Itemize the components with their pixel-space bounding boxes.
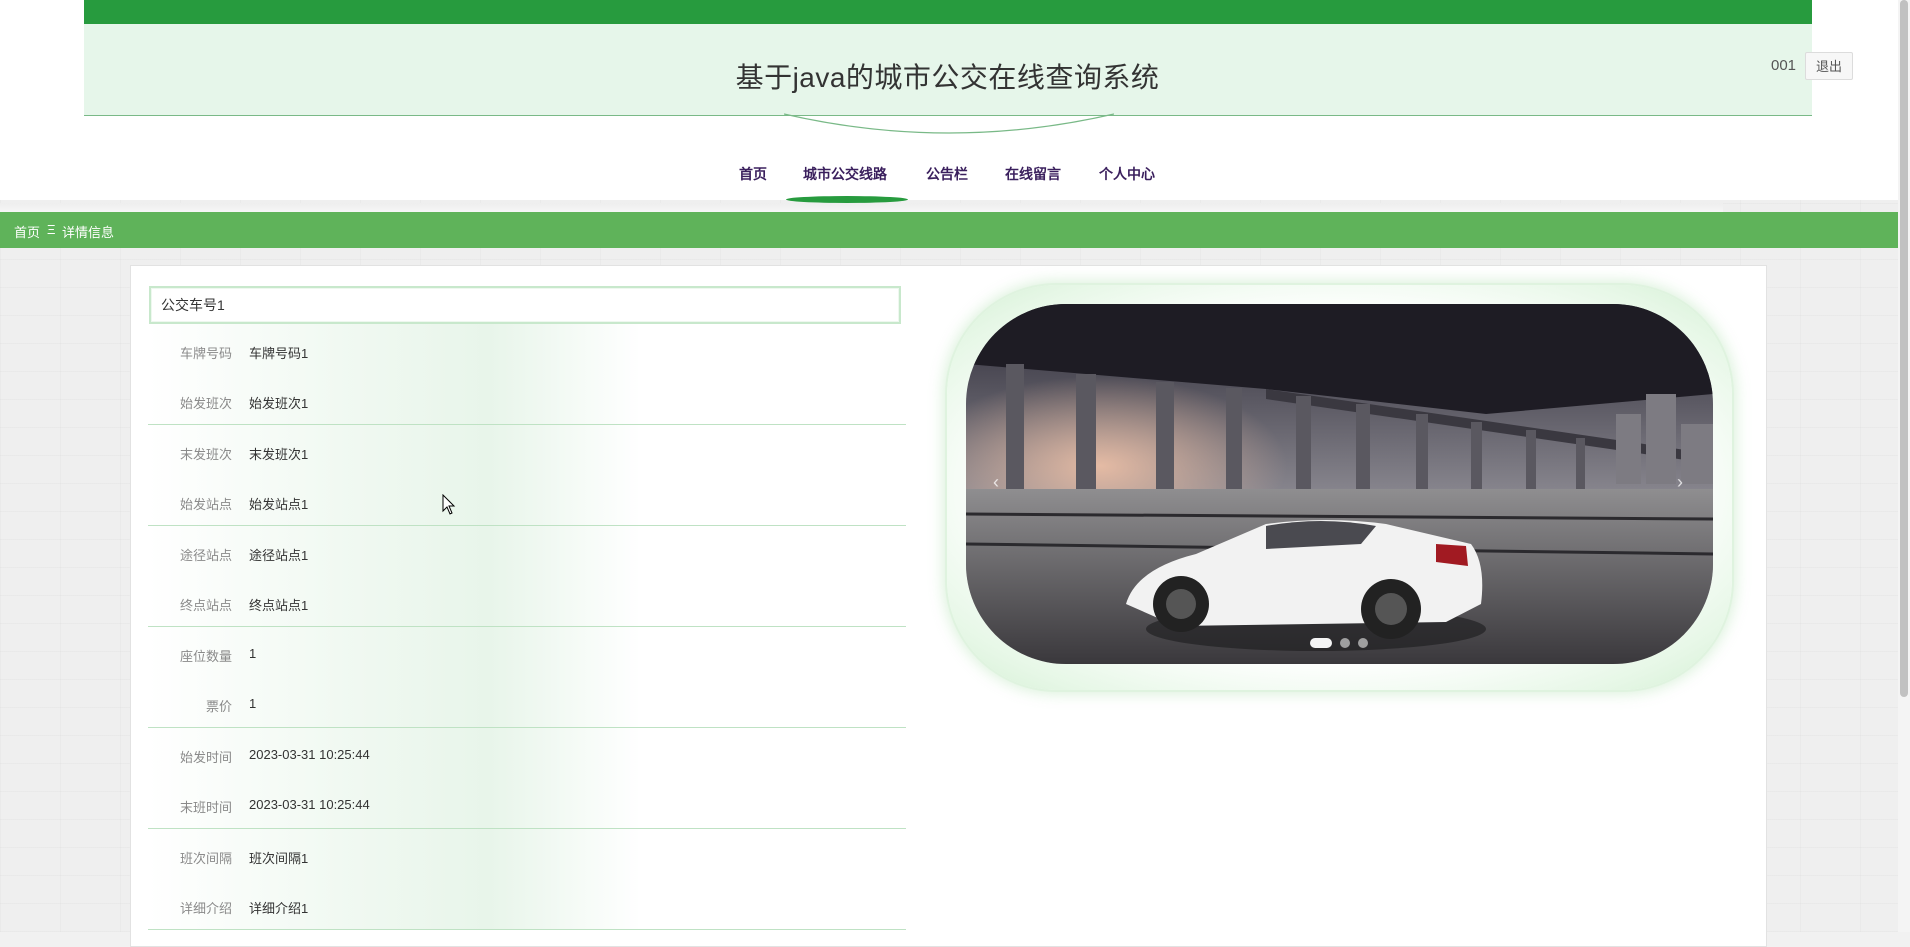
carousel-dot-3[interactable]	[1358, 638, 1368, 648]
field-label: 始发站点	[179, 497, 232, 512]
field-value: 1	[249, 646, 257, 661]
field-value: 车牌号码1	[249, 346, 309, 361]
nav-divider	[0, 203, 1723, 212]
detail-row-description: 详细介绍 详细介绍1	[148, 879, 906, 930]
field-label: 途径站点	[179, 548, 232, 563]
field-label: 始发班次	[179, 396, 232, 411]
username-label: 001	[1771, 57, 1797, 74]
field-label: 座位数量	[179, 649, 232, 664]
carousel-dot-1[interactable]	[1310, 638, 1332, 648]
carousel-prev-icon[interactable]: ‹	[993, 472, 999, 493]
field-label: 车牌号码	[179, 346, 232, 361]
site-title: 基于java的城市公交在线查询系统	[735, 62, 1160, 93]
header-curve-decoration	[784, 113, 1114, 134]
nav-item-notice-board[interactable]: 公告栏	[926, 164, 968, 184]
field-label: 班次间隔	[179, 851, 232, 866]
field-value: 途径站点1	[249, 548, 309, 563]
car-under-bridge-image	[966, 304, 1713, 664]
breadcrumb-home-link[interactable]: 首页	[14, 222, 40, 241]
field-value: 详细介绍1	[249, 901, 309, 916]
nav-item-messages[interactable]: 在线留言	[1005, 164, 1061, 184]
detail-row-start-station: 始发站点 始发站点1	[148, 475, 906, 526]
breadcrumb-separator: Ξ	[47, 222, 56, 237]
carousel-dot-2[interactable]	[1340, 638, 1350, 648]
detail-title: 公交车号1	[149, 286, 901, 324]
field-value: 班次间隔1	[249, 851, 309, 866]
page-scrollbar-thumb[interactable]	[1900, 0, 1908, 697]
carousel-slide-image[interactable]	[966, 304, 1713, 664]
detail-row-last-trip: 末发班次 末发班次1	[148, 425, 906, 476]
detail-row-end-station: 终点站点 终点站点1	[148, 576, 906, 627]
breadcrumb-current: 详情信息	[62, 225, 115, 240]
header-top-bar	[84, 0, 1812, 24]
field-value: 终点站点1	[249, 598, 309, 613]
detail-row-first-time: 始发时间 2023-03-31 10:25:44	[148, 728, 906, 779]
field-value: 1	[249, 696, 257, 711]
nav-item-home[interactable]: 首页	[739, 164, 767, 184]
field-label: 末班时间	[179, 800, 232, 815]
nav-active-indicator	[786, 196, 908, 203]
detail-row-seat-count: 座位数量 1	[148, 627, 906, 678]
detail-row-first-trip: 始发班次 始发班次1	[148, 374, 906, 425]
field-label: 详细介绍	[179, 901, 232, 916]
detail-row-last-time: 末班时间 2023-03-31 10:25:44	[148, 778, 906, 829]
breadcrumb: 首页 Ξ 详情信息	[0, 212, 1898, 248]
detail-row-interval: 班次间隔 班次间隔1	[148, 829, 906, 880]
nav-item-personal-center[interactable]: 个人中心	[1099, 164, 1155, 184]
field-label: 终点站点	[179, 598, 232, 613]
field-value: 2023-03-31 10:25:44	[249, 747, 370, 762]
carousel-next-icon[interactable]: ›	[1677, 472, 1683, 493]
logout-button[interactable]: 退出	[1805, 52, 1853, 80]
field-label: 始发时间	[179, 750, 232, 765]
main-nav: 首页 城市公交线路 公告栏 在线留言 个人中心	[0, 164, 1895, 186]
detail-row-plate-number: 车牌号码 车牌号码1	[148, 324, 906, 375]
detail-row-fare: 票价 1	[148, 677, 906, 728]
detail-row-via-stations: 途径站点 途径站点1	[148, 526, 906, 577]
field-value: 始发站点1	[249, 497, 309, 512]
field-value: 2023-03-31 10:25:44	[249, 797, 370, 812]
field-label: 末发班次	[179, 447, 232, 462]
field-value: 末发班次1	[249, 447, 309, 462]
field-label: 票价	[205, 699, 232, 714]
nav-item-bus-routes[interactable]: 城市公交线路	[803, 164, 887, 184]
field-value: 始发班次1	[249, 396, 309, 411]
mouse-cursor-icon	[442, 494, 456, 515]
